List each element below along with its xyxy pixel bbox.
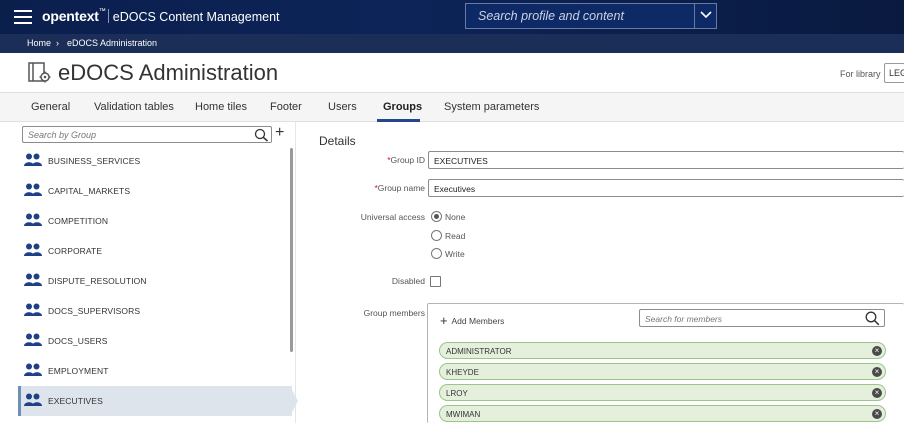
remove-member-icon[interactable]: × — [872, 367, 882, 377]
remove-member-icon[interactable]: × — [872, 409, 882, 419]
top-header: opentext™ eDOCS Content Management Search… — [0, 0, 904, 34]
group-list-panel: Search by Group + BUSINESS_SERVICES CAPI… — [0, 122, 298, 423]
group-icon — [24, 333, 42, 346]
access-write-radio[interactable]: Write — [431, 248, 465, 260]
group-item-selected[interactable]: EXECUTIVES — [18, 386, 298, 416]
group-members-label: Group members — [363, 308, 425, 318]
member-chip: MWIMAN × — [439, 405, 886, 422]
library-select[interactable]: LEG — [884, 63, 904, 83]
breadcrumb: Home › eDOCS Administration — [0, 34, 904, 53]
tab-home-tiles[interactable]: Home tiles — [195, 101, 247, 113]
group-icon — [24, 183, 42, 196]
active-tab-indicator — [377, 119, 420, 122]
group-item[interactable]: EMPLOYMENT — [18, 356, 292, 386]
member-chip: KHEYDE × — [439, 363, 886, 380]
group-icon — [24, 243, 42, 256]
group-icon — [24, 303, 42, 316]
breadcrumb-home[interactable]: Home — [27, 38, 51, 48]
group-list-scrollbar[interactable] — [290, 148, 293, 352]
page-header: eDOCS Administration For library LEG — [0, 53, 904, 93]
radio-icon — [431, 248, 442, 260]
tab-validation-tables[interactable]: Validation tables — [94, 101, 174, 113]
for-library-label: For library — [840, 69, 881, 79]
tab-groups[interactable]: Groups — [383, 101, 422, 113]
menu-icon[interactable] — [14, 10, 32, 24]
chevron-down-icon — [700, 11, 712, 19]
plus-icon: + — [440, 313, 448, 328]
group-icon — [24, 393, 42, 406]
search-scope-dropdown[interactable] — [694, 4, 716, 28]
tab-general[interactable]: General — [31, 101, 70, 113]
group-search-input[interactable]: Search by Group — [22, 126, 272, 143]
radio-selected-icon — [431, 211, 442, 223]
remove-member-icon[interactable]: × — [872, 388, 882, 398]
remove-member-icon[interactable]: × — [872, 346, 882, 356]
group-id-label: *Group ID — [387, 155, 425, 165]
group-icon — [24, 153, 42, 166]
search-icon[interactable] — [865, 311, 880, 326]
add-members-button[interactable]: + Add Members — [440, 312, 504, 328]
details-heading: Details — [319, 134, 356, 148]
radio-icon — [431, 230, 442, 242]
group-item[interactable]: DOCS_USERS — [18, 326, 292, 356]
breadcrumb-separator: › — [56, 38, 59, 48]
tab-users[interactable]: Users — [328, 101, 357, 113]
group-icon — [24, 273, 42, 286]
admin-tool-icon — [28, 62, 51, 83]
disabled-label: Disabled — [391, 276, 425, 286]
page-title: eDOCS Administration — [58, 60, 279, 85]
tab-footer[interactable]: Footer — [270, 101, 302, 113]
admin-tabs: General Validation tables Home tiles Foo… — [0, 93, 904, 122]
app-name: eDOCS Content Management — [112, 10, 280, 24]
group-item[interactable]: DOCS_SUPERVISORS — [18, 296, 292, 326]
group-name-field[interactable]: Executives — [428, 179, 904, 197]
universal-access-label: Universal access — [360, 212, 425, 222]
group-item[interactable]: COMPETITION — [18, 206, 292, 236]
add-group-button[interactable]: + — [275, 124, 284, 142]
disabled-checkbox[interactable] — [430, 276, 441, 287]
tab-system-parameters[interactable]: System parameters — [444, 101, 539, 113]
group-item[interactable]: CORPORATE — [18, 236, 292, 266]
group-icon — [24, 213, 42, 226]
global-search-input[interactable]: Search profile and content — [465, 3, 717, 29]
group-icon — [24, 363, 42, 376]
group-list: BUSINESS_SERVICES CAPITAL_MARKETS COMPET… — [18, 146, 298, 416]
breadcrumb-current: eDOCS Administration — [67, 38, 158, 48]
access-none-radio[interactable]: None — [431, 211, 465, 223]
group-name-label: *Group name — [374, 183, 425, 193]
brand-logo: opentext™ eDOCS Content Management — [42, 8, 280, 24]
group-item[interactable]: BUSINESS_SERVICES — [18, 146, 292, 176]
group-item[interactable]: CAPITAL_MARKETS — [18, 176, 292, 206]
member-chip: ADMINISTRATOR × — [439, 342, 886, 359]
members-search-input[interactable]: Search for members — [639, 309, 885, 327]
search-icon[interactable] — [254, 128, 269, 142]
group-id-field[interactable]: EXECUTIVES — [428, 151, 904, 169]
member-chip: LROY × — [439, 384, 886, 401]
access-read-radio[interactable]: Read — [431, 230, 465, 242]
group-item[interactable]: DISPUTE_RESOLUTION — [18, 266, 292, 296]
